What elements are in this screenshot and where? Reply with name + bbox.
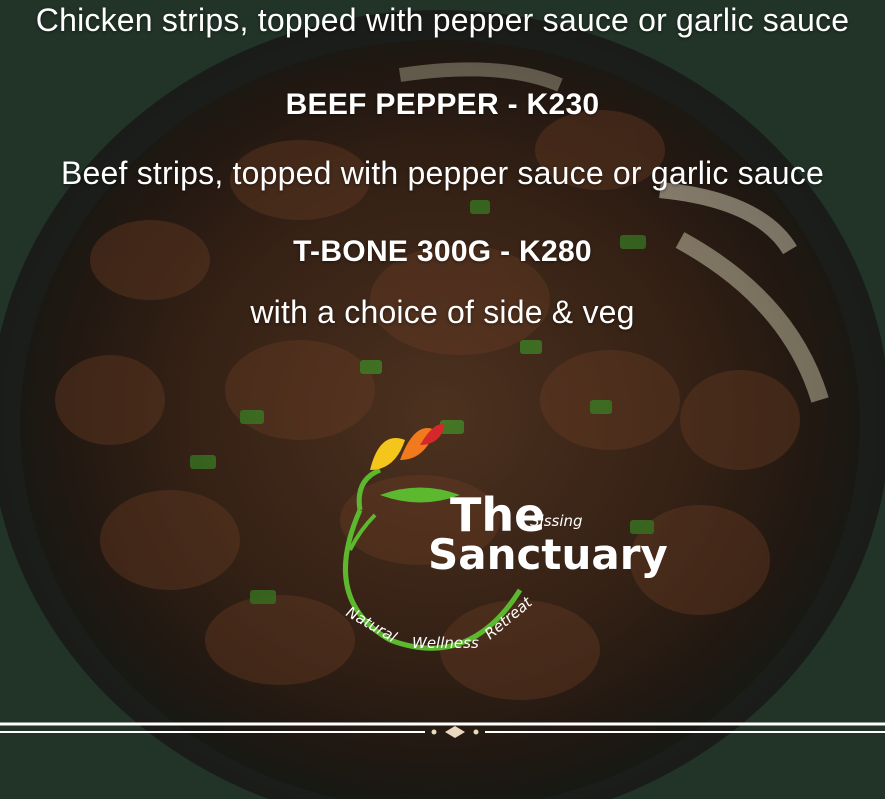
t-bone-title: T-BONE 300G - K280 (293, 235, 592, 268)
logo-word-sissing: Sissing (530, 512, 583, 530)
sissing-sanctuary-logo: Natural Wellness Retreat The Sissing San… (300, 400, 668, 670)
logo-tagline-natural: Natural (343, 603, 401, 647)
decorative-divider (0, 722, 885, 738)
t-bone-description: with a choice of side & veg (250, 294, 635, 330)
diamond-ornament-icon (431, 726, 479, 738)
beef-pepper-description: Beef strips, topped with pepper sauce or… (60, 155, 825, 191)
logo-tagline-wellness: Wellness (412, 634, 479, 652)
beef-pepper-title: BEEF PEPPER - K230 (285, 88, 600, 121)
logo-tagline-retreat: Retreat (481, 593, 536, 644)
logo-word-sanctuary: Sanctuary (428, 530, 668, 579)
chicken-description: Chicken strips, topped with pepper sauce… (35, 2, 850, 38)
